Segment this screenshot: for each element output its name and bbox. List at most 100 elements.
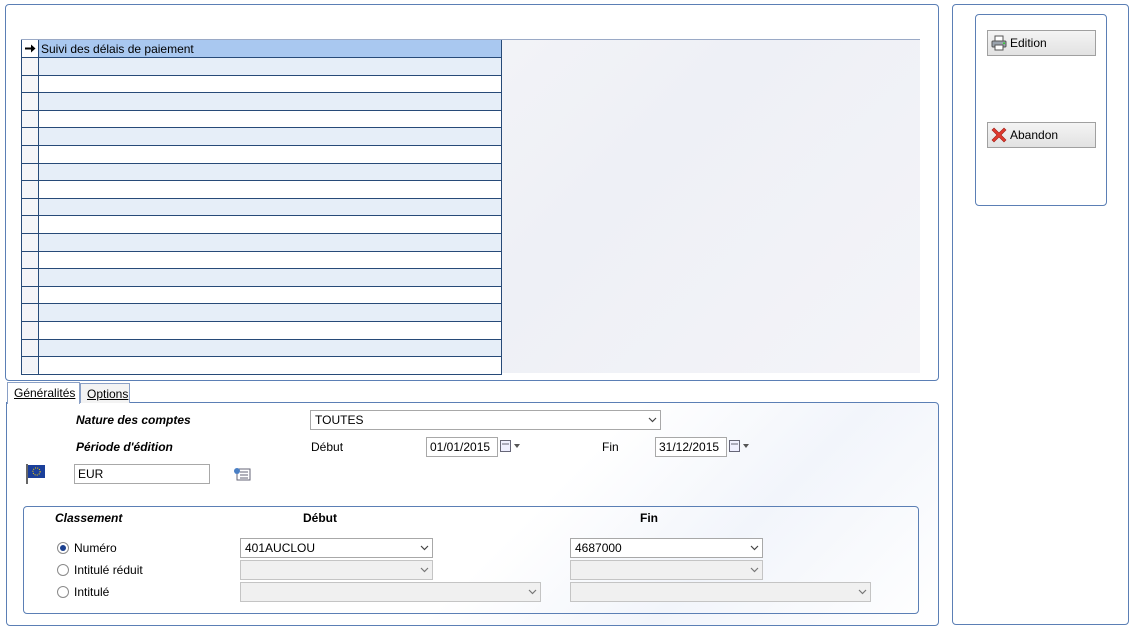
table-row[interactable] xyxy=(21,251,502,270)
table-row[interactable] xyxy=(21,233,502,252)
table-row[interactable] xyxy=(21,339,502,358)
table-row[interactable] xyxy=(21,356,502,375)
numero-fin-select[interactable]: 4687000 xyxy=(570,538,763,558)
close-x-icon xyxy=(991,127,1007,143)
tab-options-label: Options xyxy=(87,387,129,401)
table-row[interactable] xyxy=(21,198,502,217)
radio-numero-label: Numéro xyxy=(74,541,117,555)
debut-date-value: 01/01/2015 xyxy=(430,440,491,454)
tab-generalites[interactable]: Généralités xyxy=(7,382,80,404)
fin-date-field[interactable]: 31/12/2015 xyxy=(655,437,727,457)
edition-button[interactable]: Edition xyxy=(987,30,1096,56)
row-indicator xyxy=(21,268,39,287)
intitule-reduit-fin-select[interactable] xyxy=(570,560,763,580)
row-indicator xyxy=(21,127,39,147)
row-label xyxy=(38,321,502,340)
fin-label: Fin xyxy=(602,440,619,454)
row-label xyxy=(38,303,502,322)
row-label xyxy=(38,57,502,76)
radio-intitule-label: Intitulé xyxy=(74,585,110,599)
row-indicator xyxy=(21,233,39,252)
chevron-down-icon[interactable] xyxy=(854,583,870,601)
classement-title: Classement xyxy=(55,511,123,525)
table-row[interactable] xyxy=(21,145,502,164)
table-row[interactable] xyxy=(21,286,502,305)
list-lookup-icon[interactable] xyxy=(233,466,251,482)
debut-label: Début xyxy=(311,440,344,454)
row-indicator xyxy=(21,180,39,199)
row-label xyxy=(38,127,502,147)
periode-label: Période d'édition xyxy=(76,440,173,454)
numero-fin-value: 4687000 xyxy=(575,541,622,555)
table-row[interactable] xyxy=(21,215,502,235)
printer-icon xyxy=(991,35,1007,51)
table-row[interactable] xyxy=(21,321,502,340)
table-row[interactable] xyxy=(21,57,502,76)
calendar-dropdown-icon[interactable] xyxy=(729,440,753,454)
abandon-button-label: Abandon xyxy=(1010,128,1059,142)
row-label xyxy=(38,110,502,129)
row-indicator xyxy=(21,57,39,76)
fin-date-value: 31/12/2015 xyxy=(659,440,720,454)
table-row[interactable] xyxy=(21,75,502,94)
nature-select-value: TOUTES xyxy=(315,413,364,427)
row-label xyxy=(38,268,502,287)
radio-intitule-reduit[interactable] xyxy=(57,564,69,576)
intitule-reduit-debut-select[interactable] xyxy=(240,560,433,580)
chevron-down-icon[interactable] xyxy=(746,561,762,579)
radio-numero[interactable] xyxy=(57,542,69,554)
table-row[interactable] xyxy=(21,127,502,147)
chevron-down-icon[interactable] xyxy=(644,411,660,429)
row-label xyxy=(38,92,502,111)
intitule-debut-select[interactable] xyxy=(240,582,541,602)
arrow-right-icon xyxy=(24,44,35,53)
numero-debut-value: 401AUCLOU xyxy=(245,541,316,555)
row-label xyxy=(38,215,502,235)
row-indicator xyxy=(21,286,39,305)
chevron-down-icon[interactable] xyxy=(416,539,432,557)
nature-select[interactable]: TOUTES xyxy=(310,410,661,430)
table-row[interactable]: Suivi des délais de paiement xyxy=(21,40,502,59)
row-label xyxy=(38,163,502,182)
row-indicator xyxy=(21,92,39,111)
row-indicator xyxy=(21,145,39,164)
table-row[interactable] xyxy=(21,303,502,322)
row-label: Suivi des délais de paiement xyxy=(38,40,502,59)
chevron-down-icon[interactable] xyxy=(416,561,432,579)
radio-intitule-reduit-label: Intitulé réduit xyxy=(74,563,143,577)
report-list-table: Suivi des délais de paiement xyxy=(21,40,502,375)
table-row[interactable] xyxy=(21,92,502,111)
calendar-dropdown-icon[interactable] xyxy=(500,440,524,454)
row-indicator xyxy=(21,321,39,340)
eu-flag-icon xyxy=(25,463,47,485)
row-label xyxy=(38,339,502,358)
tab-options[interactable]: Options xyxy=(80,383,130,403)
currency-field[interactable]: EUR xyxy=(74,464,210,484)
table-row[interactable] xyxy=(21,163,502,182)
intitule-fin-select[interactable] xyxy=(570,582,871,602)
row-label xyxy=(38,356,502,375)
table-row[interactable] xyxy=(21,110,502,129)
debut-date-field[interactable]: 01/01/2015 xyxy=(426,437,498,457)
abandon-button[interactable]: Abandon xyxy=(987,122,1096,148)
classement-fin-header: Fin xyxy=(640,511,658,525)
row-label xyxy=(38,75,502,94)
numero-debut-select[interactable]: 401AUCLOU xyxy=(240,538,433,558)
classement-debut-header: Début xyxy=(303,511,337,525)
row-label xyxy=(38,251,502,270)
radio-intitule[interactable] xyxy=(57,586,69,598)
row-indicator xyxy=(21,303,39,322)
row-indicator xyxy=(21,215,39,235)
row-label xyxy=(38,180,502,199)
chevron-down-icon[interactable] xyxy=(746,539,762,557)
row-indicator xyxy=(21,251,39,270)
row-indicator xyxy=(21,198,39,217)
table-row[interactable] xyxy=(21,268,502,287)
currency-value: EUR xyxy=(78,467,104,481)
report-list-grid: Suivi des délais de paiement xyxy=(21,39,920,375)
tab-generalites-label: Généralités xyxy=(14,386,76,400)
row-label xyxy=(38,145,502,164)
chevron-down-icon[interactable] xyxy=(524,583,540,601)
row-indicator xyxy=(21,75,39,94)
table-row[interactable] xyxy=(21,180,502,199)
